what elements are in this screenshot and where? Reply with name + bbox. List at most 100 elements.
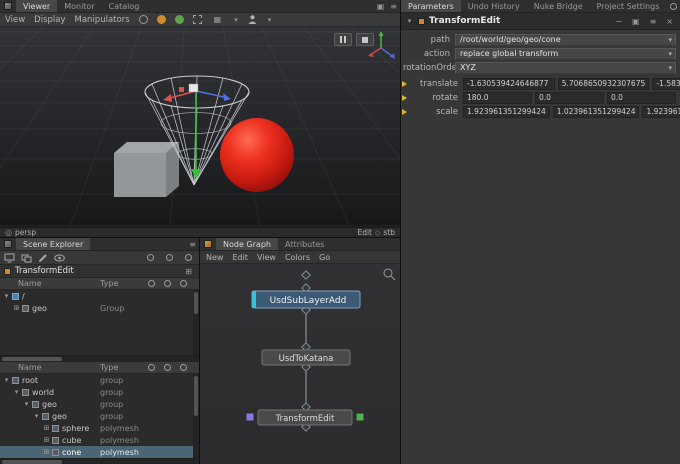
tree-row-root[interactable]: ▾ root group bbox=[0, 374, 199, 386]
camera-person-icon[interactable] bbox=[247, 14, 258, 25]
working-tree-hscrollbar[interactable] bbox=[0, 355, 199, 362]
tree-row-geo2[interactable]: ▾ geo group bbox=[0, 410, 199, 422]
proxy-toggle-icon[interactable] bbox=[175, 15, 184, 24]
column-type[interactable]: Type bbox=[100, 363, 118, 372]
scale-z-field[interactable]: 1.923961351299424 bbox=[642, 106, 680, 118]
tree-row-cone-selected[interactable]: ⊞ cone polymesh bbox=[0, 446, 199, 458]
tab-node-graph[interactable]: Node Graph bbox=[216, 238, 278, 250]
edit-node-row[interactable]: TransformEdit ⊞ bbox=[0, 265, 199, 278]
options-icon[interactable]: ≡ bbox=[647, 17, 660, 26]
menu-colors[interactable]: Colors bbox=[285, 253, 310, 262]
dropdown-icon[interactable]: ▾ bbox=[668, 50, 672, 58]
menu-edit[interactable]: Edit bbox=[232, 253, 248, 262]
menu-display[interactable]: Display bbox=[34, 15, 65, 25]
node-graph-canvas[interactable]: UsdSubLayerAdd UsdToKatana TransformEdit bbox=[200, 264, 400, 464]
tree-row-geo[interactable]: ⊞ geo Group bbox=[0, 302, 199, 314]
keyed-indicator-icon[interactable] bbox=[402, 109, 407, 115]
visibility-column-icon[interactable] bbox=[148, 364, 155, 371]
translate-x-field[interactable]: -1.630539424646877 bbox=[463, 78, 555, 90]
column-name[interactable]: Name bbox=[18, 279, 42, 288]
camera-orbit-icon[interactable]: ◎ bbox=[5, 228, 12, 237]
pane-menu-icon[interactable] bbox=[204, 240, 212, 248]
shading-toggle-icon[interactable] bbox=[157, 15, 166, 24]
collapse-icon[interactable]: ▾ bbox=[405, 17, 414, 25]
path-field[interactable]: /root/world/geo/geo/cone ▾ bbox=[455, 34, 676, 46]
filter-visible-icon[interactable] bbox=[147, 254, 154, 261]
stb-label[interactable]: stb bbox=[383, 228, 395, 237]
viewport-3d[interactable] bbox=[0, 27, 400, 227]
expander-icon[interactable]: ▾ bbox=[2, 292, 11, 300]
tab-attributes[interactable]: Attributes bbox=[278, 238, 332, 250]
grid-mode-dropdown-icon[interactable]: ▾ bbox=[234, 16, 238, 24]
pane-options-icon[interactable]: ≡ bbox=[186, 240, 199, 249]
render-column-icon[interactable] bbox=[164, 364, 171, 371]
pane-menu-icon[interactable] bbox=[4, 2, 12, 10]
translate-y-field[interactable]: 5.7068650932307675 bbox=[558, 78, 650, 90]
pane-options-icon[interactable]: ≡ bbox=[387, 2, 400, 11]
cube-object[interactable] bbox=[114, 142, 179, 197]
viewport-scene[interactable] bbox=[0, 27, 400, 227]
keyed-indicator-icon[interactable] bbox=[402, 95, 407, 101]
tab-viewer[interactable]: Viewer bbox=[16, 0, 57, 12]
keyed-indicator-icon[interactable] bbox=[402, 81, 407, 87]
expander-icon[interactable]: ⊞ bbox=[42, 436, 51, 444]
rotate-x-field[interactable]: 180.0 bbox=[463, 92, 532, 104]
node-transformedit[interactable]: TransformEdit bbox=[246, 410, 364, 425]
scale-x-field[interactable]: 1.923961351299424 bbox=[463, 106, 550, 118]
translate-z-field[interactable]: -1.5839239476623665 bbox=[652, 78, 680, 90]
tab-project-settings[interactable]: Project Settings bbox=[590, 0, 667, 12]
render-column-icon[interactable] bbox=[164, 280, 171, 287]
tab-nuke-bridge[interactable]: Nuke Bridge bbox=[527, 0, 590, 12]
tab-monitor[interactable]: Monitor bbox=[57, 0, 101, 12]
close-icon[interactable]: × bbox=[663, 17, 676, 26]
pause-button[interactable] bbox=[334, 33, 352, 46]
filter-lock-icon[interactable] bbox=[185, 254, 192, 261]
pin-column-icon[interactable] bbox=[180, 364, 187, 371]
menu-new[interactable]: New bbox=[206, 253, 223, 262]
scenegraph-scrollbar[interactable] bbox=[193, 374, 199, 458]
rotation-order-select[interactable]: XYZ ▾ bbox=[455, 62, 676, 74]
camera-dropdown-icon[interactable]: ▾ bbox=[268, 16, 272, 24]
pane-options-icon[interactable] bbox=[670, 3, 677, 10]
dropdown-icon[interactable]: ▾ bbox=[668, 64, 672, 72]
orientation-gizmo[interactable] bbox=[365, 30, 397, 62]
minimize-icon[interactable]: − bbox=[612, 17, 625, 26]
expander-icon[interactable]: ⊞ bbox=[42, 424, 51, 432]
visibility-column-icon[interactable] bbox=[148, 280, 155, 287]
column-name[interactable]: Name bbox=[18, 363, 42, 372]
scale-y-field[interactable]: 1.023961351299424 bbox=[553, 106, 640, 118]
tab-parameters[interactable]: Parameters bbox=[401, 0, 461, 12]
tree-row-cube[interactable]: ⊞ cube polymesh bbox=[0, 434, 199, 446]
menu-go[interactable]: Go bbox=[319, 253, 330, 262]
expand-all-icon[interactable]: ⊞ bbox=[182, 267, 195, 276]
tree-row-sphere[interactable]: ⊞ sphere polymesh bbox=[0, 422, 199, 434]
menu-view[interactable]: View bbox=[5, 15, 25, 25]
edit-mode-label[interactable]: Edit bbox=[357, 228, 372, 237]
monitor-icon[interactable] bbox=[4, 253, 15, 263]
menu-view[interactable]: View bbox=[257, 253, 276, 262]
node-usdtokatana[interactable]: UsdToKatana bbox=[262, 350, 350, 365]
menu-manipulators[interactable]: Manipulators bbox=[75, 15, 130, 25]
lighting-toggle-icon[interactable] bbox=[139, 15, 148, 24]
working-tree-scrollbar[interactable] bbox=[193, 290, 199, 355]
view-flag[interactable] bbox=[356, 413, 364, 421]
camera-name-label[interactable]: persp bbox=[15, 228, 36, 237]
sphere-object[interactable] bbox=[220, 118, 294, 192]
expander-icon[interactable]: ▾ bbox=[22, 400, 31, 408]
snap-icon[interactable]: ◇ bbox=[375, 229, 380, 237]
expander-icon[interactable]: ▾ bbox=[12, 388, 21, 396]
live-group-icon[interactable] bbox=[21, 253, 32, 263]
maximize-icon[interactable]: ▣ bbox=[629, 17, 643, 26]
column-type[interactable]: Type bbox=[100, 279, 118, 288]
action-select[interactable]: replace global transform ▾ bbox=[455, 48, 676, 60]
rotate-y-field[interactable]: 0.0 bbox=[535, 92, 604, 104]
tree-row-root-slash[interactable]: ▾ / bbox=[0, 290, 199, 302]
expander-icon[interactable]: ▾ bbox=[32, 412, 41, 420]
tree-row-world[interactable]: ▾ world group bbox=[0, 386, 199, 398]
pane-menu-icon[interactable] bbox=[4, 240, 12, 248]
rotate-z-field[interactable]: 0.0 bbox=[607, 92, 676, 104]
grid-mode-icon[interactable]: ▦ bbox=[211, 15, 225, 24]
eye-icon[interactable] bbox=[54, 254, 65, 262]
tab-catalog[interactable]: Catalog bbox=[102, 0, 147, 12]
expander-icon[interactable]: ▾ bbox=[2, 376, 11, 384]
